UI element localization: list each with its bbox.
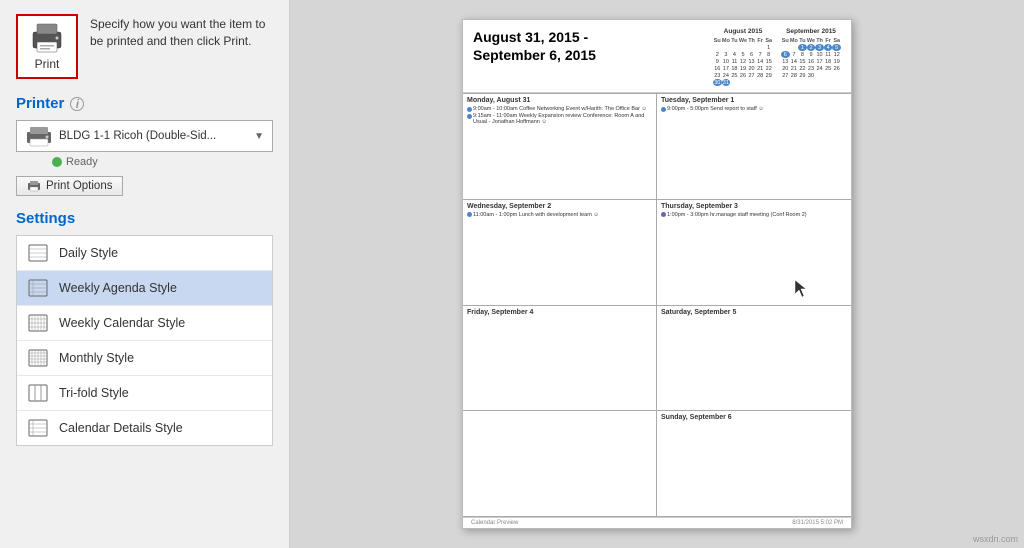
wednesday-label: Wednesday, September 2 [467, 203, 652, 210]
cal-cell-tuesday: Tuesday, September 1 9:00pm - 5:00pm Sen… [657, 94, 851, 200]
mini-calendar-august: August 2015 SuMoTuWeThFrSa 1 2345678 910… [713, 28, 773, 86]
calendar-title-line2: September 6, 2015 [473, 46, 596, 64]
saturday-label: Saturday, September 5 [661, 309, 847, 316]
calendar-details-label: Calendar Details Style [59, 421, 183, 435]
mini-calendars: August 2015 SuMoTuWeThFrSa 1 2345678 910… [713, 28, 841, 86]
status-indicator [52, 157, 62, 167]
printer-small-icon [25, 125, 53, 147]
calendar-title-line1: August 31, 2015 - [473, 28, 596, 46]
monday-event-2: 9:15am - 11:00am Weekly Expansion review… [467, 113, 652, 125]
info-icon[interactable]: i [70, 97, 84, 111]
tuesday-event-1: 9:00pm - 5:00pm Send report to staff ☺ [661, 106, 847, 112]
cal-cell-thursday: Thursday, September 3 1:00pm - 3:00pm hr… [657, 200, 851, 306]
calendar-details-icon [27, 418, 49, 438]
print-options-icon [27, 180, 41, 192]
tuesday-label: Tuesday, September 1 [661, 97, 847, 104]
style-item-daily[interactable]: Daily Style [17, 236, 272, 271]
style-item-weekly-calendar[interactable]: Weekly Calendar Style [17, 306, 272, 341]
sunday-label: Sunday, September 6 [661, 414, 847, 421]
event-dot [467, 212, 472, 217]
print-options-label: Print Options [46, 180, 112, 192]
printer-info: BLDG 1-1 Ricoh (Double-Sid... [59, 130, 248, 142]
mini-sep-grid: SuMoTuWeThFrSa 12345 6789101112 13141516… [781, 37, 841, 79]
monday-event-1: 9:00am - 10:00am Coffee Networking Event… [467, 106, 652, 112]
event-dot [661, 212, 666, 217]
thursday-label: Thursday, September 3 [661, 203, 847, 210]
monthly-style-label: Monthly Style [59, 351, 134, 365]
mini-calendar-september: September 2015 SuMoTuWeThFrSa 12345 6789… [781, 28, 841, 86]
calendar-header: August 31, 2015 - September 6, 2015 Augu… [463, 20, 851, 93]
style-item-trifold[interactable]: Tri-fold Style [17, 376, 272, 411]
printer-dropdown-icon[interactable]: ▼ [254, 131, 264, 142]
print-button[interactable]: Print [16, 14, 78, 79]
trifold-icon [27, 383, 49, 403]
printer-icon [29, 22, 65, 54]
calendar-title: August 31, 2015 - September 6, 2015 [473, 28, 596, 64]
monday-label: Monday, August 31 [467, 97, 652, 104]
cal-cell-wednesday: Wednesday, September 2 11:00am - 1:00pm … [463, 200, 657, 306]
calendar-preview: August 31, 2015 - September 6, 2015 Augu… [462, 19, 852, 529]
wednesday-event-1: 11:00am - 1:00pm Lunch with development … [467, 212, 652, 218]
right-panel: August 31, 2015 - September 6, 2015 Augu… [290, 0, 1024, 548]
mini-aug-grid: SuMoTuWeThFrSa 1 2345678 9101112131415 1… [713, 37, 773, 86]
event-dot [467, 107, 472, 112]
thursday-event-1: 1:00pm - 3:00pm hr.manage staff meeting … [661, 212, 847, 218]
mini-aug-title: August 2015 [713, 28, 773, 35]
print-description: Specify how you want the item to be prin… [90, 14, 273, 50]
monthly-style-icon [27, 348, 49, 368]
friday-label: Friday, September 4 [467, 309, 652, 316]
daily-style-label: Daily Style [59, 246, 118, 260]
cal-cell-saturday: Saturday, September 5 [657, 306, 851, 412]
style-list: Daily Style Weekly Agenda Style [16, 235, 273, 446]
style-item-weekly-agenda[interactable]: Weekly Agenda Style [17, 271, 272, 306]
watermark: wsxdn.com [973, 534, 1018, 544]
daily-style-icon [27, 243, 49, 263]
trifold-label: Tri-fold Style [59, 386, 129, 400]
printer-name: BLDG 1-1 Ricoh (Double-Sid... [59, 130, 248, 142]
weekly-calendar-label: Weekly Calendar Style [59, 316, 185, 330]
print-options-button[interactable]: Print Options [16, 176, 123, 196]
mini-sep-title: September 2015 [781, 28, 841, 35]
footer-left: Calendar Preview [471, 520, 518, 526]
calendar-footer: Calendar Preview 8/31/2015 5:02 PM [463, 517, 851, 528]
style-item-calendar-details[interactable]: Calendar Details Style [17, 411, 272, 445]
weekly-agenda-icon [27, 278, 49, 298]
print-header: Print Specify how you want the item to b… [16, 14, 273, 79]
cal-cell-empty [463, 411, 657, 517]
printer-status-row: Ready [52, 156, 273, 168]
print-label: Print [35, 57, 60, 71]
cal-cell-sunday: Sunday, September 6 [657, 411, 851, 517]
cal-cell-monday: Monday, August 31 9:00am - 10:00am Coffe… [463, 94, 657, 200]
printer-selector[interactable]: BLDG 1-1 Ricoh (Double-Sid... ▼ [16, 120, 273, 152]
settings-section: Settings Daily Style [16, 210, 273, 534]
calendar-grid: Monday, August 31 9:00am - 10:00am Coffe… [463, 93, 851, 517]
event-dot [467, 114, 472, 119]
printer-section-title: Printer i [16, 95, 273, 112]
left-panel: Print Specify how you want the item to b… [0, 0, 290, 548]
footer-right: 8/31/2015 5:02 PM [792, 520, 843, 526]
style-item-monthly[interactable]: Monthly Style [17, 341, 272, 376]
cal-cell-friday: Friday, September 4 [463, 306, 657, 412]
weekly-calendar-icon [27, 313, 49, 333]
settings-title: Settings [16, 210, 273, 227]
printer-status: Ready [66, 156, 98, 168]
event-dot [661, 107, 666, 112]
weekly-agenda-label: Weekly Agenda Style [59, 281, 177, 295]
